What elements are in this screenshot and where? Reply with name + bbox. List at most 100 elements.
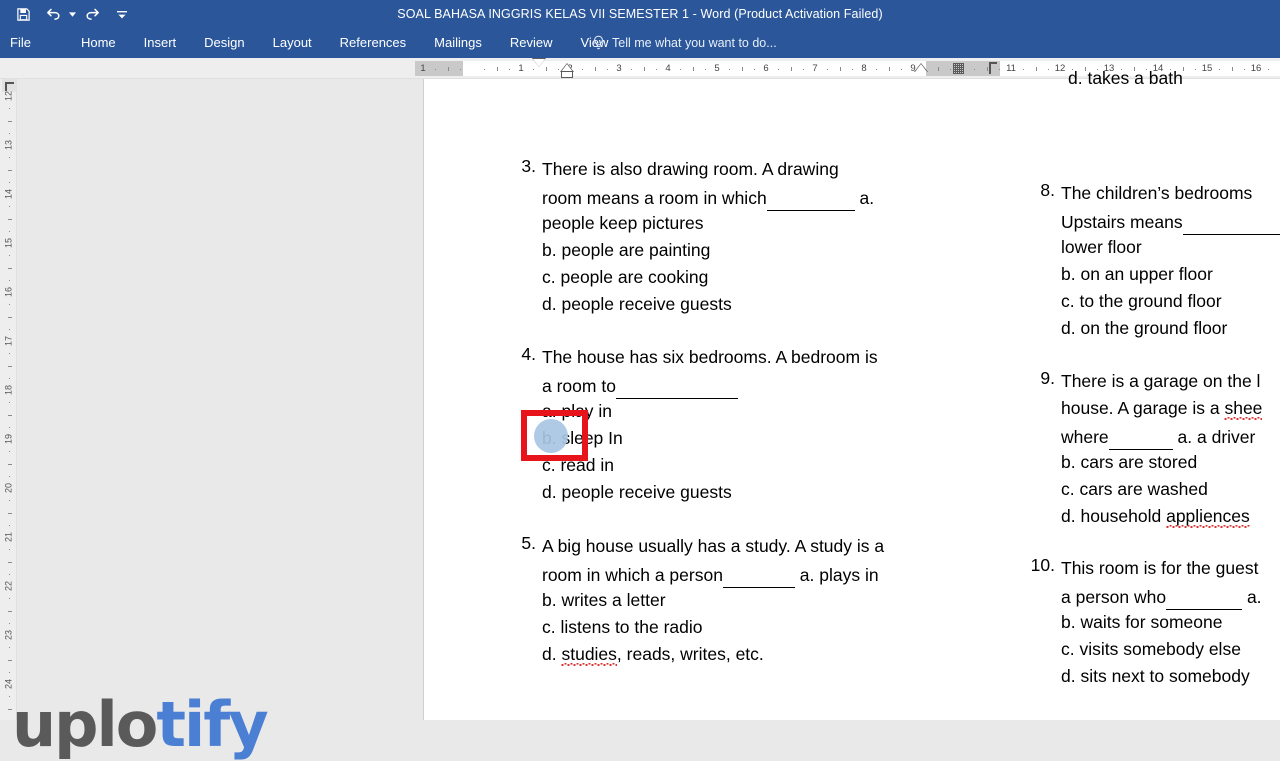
- ruler-tick: [1232, 67, 1233, 71]
- ruler-tick: [9, 182, 10, 183]
- ruler-tick: [9, 255, 10, 256]
- tab-home[interactable]: Home: [67, 28, 130, 58]
- document-line: b. sleep In: [542, 428, 623, 448]
- lightbulb-icon: [594, 35, 603, 50]
- document-line: c. visits somebody else: [1061, 639, 1241, 659]
- tab-mailings[interactable]: Mailings: [420, 28, 496, 58]
- ruler-tick: [9, 231, 10, 232]
- tab-design[interactable]: Design: [190, 28, 258, 58]
- ruler-tick: [9, 304, 10, 305]
- ruler-tick: [827, 69, 828, 70]
- ruler-tick: [435, 69, 436, 70]
- ruler-tick: [8, 366, 12, 367]
- ruler-tick: [9, 623, 10, 624]
- document-workspace: 1 1 2 3 4 5 6 7 8 9 11 12 13 14 15 16 12 13 14 15 16 17 18 19 2…: [0, 58, 1280, 756]
- ruler-tick: [999, 69, 1000, 70]
- undo-icon[interactable]: [38, 1, 68, 27]
- ruler-tick: [974, 69, 975, 70]
- vertical-ruler[interactable]: 12 13 14 15 16 17 18 19 20 21 22 23 24: [0, 79, 17, 720]
- ruler-tick: [889, 67, 890, 71]
- document-line: Upstairs means: [1061, 207, 1280, 235]
- margin-corner-marker: [989, 62, 997, 74]
- ruler-tick: [9, 108, 10, 109]
- quick-access-toolbar[interactable]: [8, 0, 137, 28]
- ruler-tick: [9, 353, 10, 354]
- document-line: b. people are painting: [542, 240, 711, 260]
- question-text: A big house usually has a study. A study…: [542, 533, 884, 668]
- ruler-mark: 22: [3, 581, 14, 592]
- save-icon[interactable]: [8, 1, 38, 27]
- ruler-tick: [9, 280, 10, 281]
- document-line: The children’s bedrooms: [1061, 183, 1253, 203]
- ruler-mark: 17: [3, 336, 14, 347]
- document-line: There is also drawing room. A drawing: [542, 159, 839, 179]
- ruler-tick: [9, 378, 10, 379]
- ruler-tick: [852, 69, 853, 70]
- redo-icon[interactable]: [77, 1, 107, 27]
- document-line: b. writes a letter: [542, 590, 666, 610]
- tell-me-label: Tell me what you want to do...: [612, 36, 777, 50]
- ruler-mark: 21: [3, 532, 14, 543]
- question-number: 4.: [521, 344, 536, 364]
- ruler-tick: [9, 500, 10, 501]
- ruler-tick: [9, 157, 10, 158]
- ruler-tick: [9, 206, 10, 207]
- left-indent-marker[interactable]: [561, 71, 573, 78]
- ruler-mark: 4: [665, 63, 671, 74]
- ruler-tick: [705, 69, 706, 70]
- ruler-tick: [742, 67, 743, 71]
- document-line: c. read in: [542, 455, 614, 475]
- ruler-mark: 1: [518, 63, 524, 74]
- document-line: d. sits next to somebody: [1061, 666, 1250, 686]
- document-page[interactable]: 3. There is also drawing room. A drawing r…: [423, 68, 1280, 720]
- ruler-tick: [8, 268, 12, 269]
- document-line: b. on an upper floor: [1061, 264, 1213, 284]
- watermark-text-part1: uplo: [12, 688, 158, 761]
- ruler-tick: [950, 69, 951, 70]
- ruler-mark: 12: [3, 91, 14, 102]
- customize-quick-access-toolbar-icon[interactable]: [107, 1, 137, 27]
- question-text: The children’s bedrooms Upstairs means lo…: [1061, 180, 1280, 342]
- ruler-tick: [8, 611, 12, 612]
- ruler-tick: [460, 69, 461, 70]
- question-number: 9.: [1040, 368, 1055, 388]
- tab-review[interactable]: Review: [496, 28, 567, 58]
- document-line: lower floor: [1061, 237, 1142, 257]
- ruler-tick: [8, 415, 12, 416]
- question-number: 3.: [521, 156, 536, 176]
- document-line: There is a garage on the l: [1061, 371, 1261, 391]
- document-line: house. A garage is a shee: [1061, 395, 1263, 422]
- fill-in-blank: [1166, 582, 1243, 610]
- ruler-tick: [729, 69, 730, 70]
- ruler-tick: [595, 67, 596, 71]
- ruler-tick: [1244, 69, 1245, 70]
- ruler-tick: [8, 121, 12, 122]
- question-number: 10.: [1030, 555, 1055, 575]
- ruler-tick: [987, 67, 988, 71]
- ribbon-tabs: File Home Insert Design Layout Reference…: [0, 28, 622, 58]
- tab-layout[interactable]: Layout: [259, 28, 326, 58]
- window-title: SOAL BAHASA INGGRIS KELAS VII SEMESTER 1…: [397, 7, 883, 21]
- ruler-tick: [448, 67, 449, 71]
- tell-me-search[interactable]: Tell me what you want to do...: [592, 28, 777, 58]
- tab-references[interactable]: References: [326, 28, 420, 58]
- spelling-error-text: shee: [1224, 398, 1263, 422]
- document-line: d. people receive guests: [542, 482, 732, 502]
- tab-file[interactable]: File: [0, 28, 45, 58]
- ruler-tick: [607, 69, 608, 70]
- document-line: a. play in: [542, 401, 613, 421]
- ruler-tick: [901, 69, 902, 70]
- tab-stop-marker[interactable]: [953, 63, 964, 74]
- question-text: The house has six bedrooms. A bedroom is…: [542, 344, 878, 506]
- fill-in-blank: [1182, 207, 1280, 235]
- ruler-tick: [876, 69, 877, 70]
- ruler-tick: [791, 67, 792, 71]
- tab-insert[interactable]: Insert: [130, 28, 191, 58]
- ruler-mark: 7: [812, 63, 818, 74]
- ruler-tick: [754, 69, 755, 70]
- document-line: c. people are cooking: [542, 267, 709, 287]
- question-text: This room is for the guest a person who a…: [1061, 555, 1262, 690]
- undo-dropdown-icon[interactable]: [68, 1, 77, 27]
- ruler-mark: 20: [3, 483, 14, 494]
- ruler-mark: 1: [420, 63, 426, 74]
